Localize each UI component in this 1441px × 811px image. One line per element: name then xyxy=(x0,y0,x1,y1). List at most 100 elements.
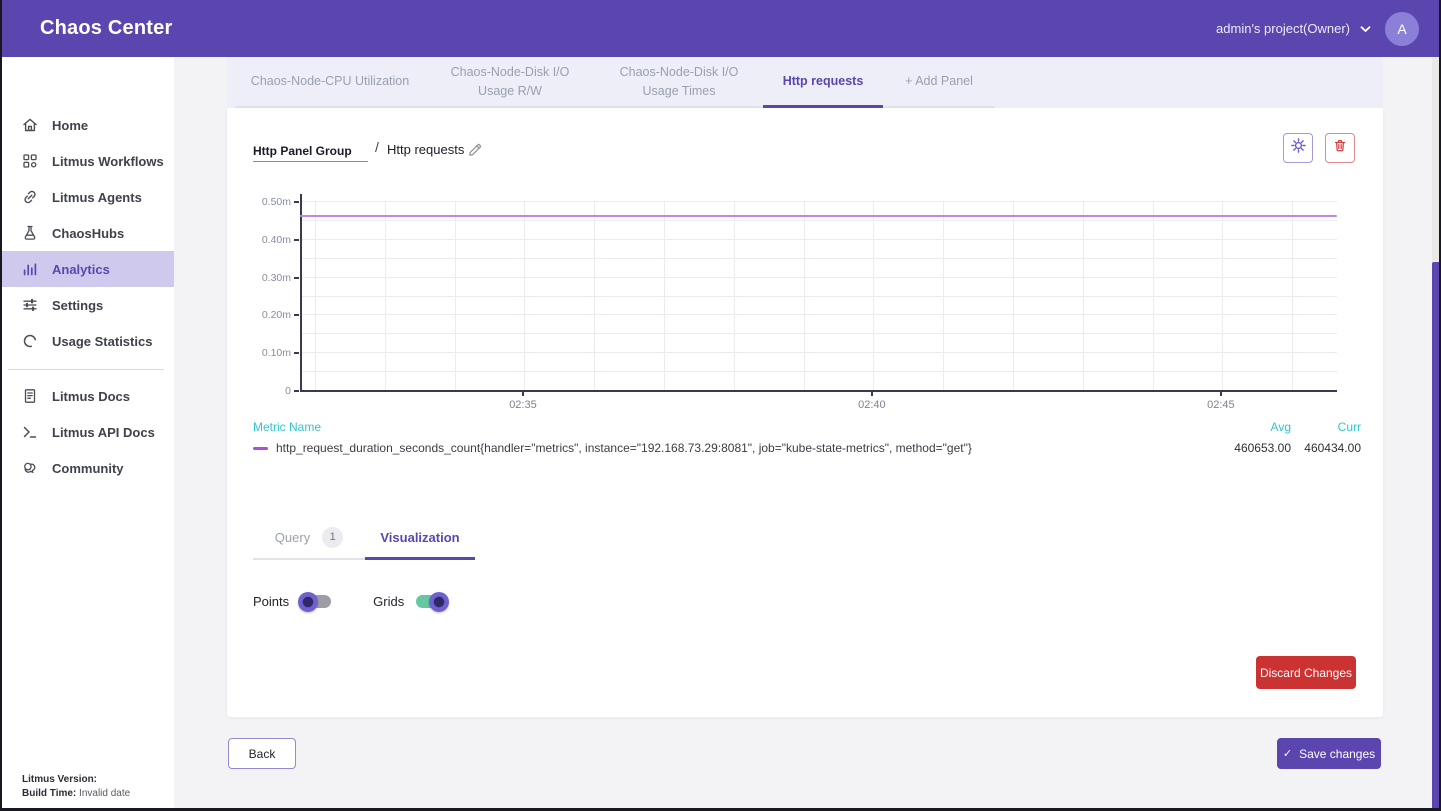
app-header: Chaos Center admin's project(Owner) A xyxy=(0,0,1441,57)
gear-icon xyxy=(1290,137,1307,159)
metric-name: http_request_duration_seconds_count{hand… xyxy=(276,441,972,455)
trash-icon xyxy=(1332,138,1348,159)
editor-sub-tabs: Query 1 Visualization xyxy=(253,514,475,560)
y-tick-mark xyxy=(294,390,299,392)
build-time-value: Invalid date xyxy=(79,788,130,799)
gridline xyxy=(873,201,874,390)
gridline xyxy=(524,201,525,390)
y-tick-mark xyxy=(294,352,299,354)
edit-panel-name-icon[interactable] xyxy=(467,142,483,158)
panel-tab-chaos-node-disk-i-o-usage-r-w[interactable]: Chaos-Node-Disk I/O Usage R/W xyxy=(425,57,595,106)
panel-tabbar: Chaos-Node-CPU UtilizationChaos-Node-Dis… xyxy=(227,57,1383,108)
panel-tab-chaos-node-cpu-utilization[interactable]: Chaos-Node-CPU Utilization xyxy=(235,57,425,106)
gridline xyxy=(734,201,735,390)
tab-query[interactable]: Query 1 xyxy=(253,514,365,560)
x-tick-label: 02:45 xyxy=(1191,399,1251,411)
gridline xyxy=(1153,201,1154,390)
workflows-icon xyxy=(21,152,39,170)
avatar[interactable]: A xyxy=(1385,12,1419,46)
x-tick-mark xyxy=(522,390,524,396)
legend-header: Metric Name Avg Curr xyxy=(253,420,1361,434)
back-button[interactable]: Back xyxy=(228,738,296,769)
gridline xyxy=(1083,201,1084,390)
gridline xyxy=(455,201,456,390)
sidebar-item-litmus-agents[interactable]: Litmus Agents xyxy=(0,179,174,215)
api-docs-icon xyxy=(21,423,39,441)
project-selector[interactable]: admin's project(Owner) xyxy=(1216,20,1371,38)
panel-tab-http-requests[interactable]: Http requests xyxy=(763,57,883,106)
tab-query-label: Query xyxy=(275,530,310,545)
chaoshubs-icon xyxy=(21,224,39,242)
sidebar-divider xyxy=(8,369,164,370)
sidebar-item-litmus-workflows[interactable]: Litmus Workflows xyxy=(0,143,174,179)
check-icon: ✓ xyxy=(1283,747,1292,760)
tab-visualization-label: Visualization xyxy=(380,530,459,545)
gridline xyxy=(804,201,805,390)
gridline xyxy=(1013,201,1014,390)
save-changes-button[interactable]: ✓ Save changes xyxy=(1277,738,1381,769)
toggle-thumb xyxy=(298,592,318,612)
sidebar-item-label: Litmus API Docs xyxy=(52,425,155,440)
x-axis-line xyxy=(300,390,1337,392)
gridline xyxy=(385,201,386,390)
sidebar-item-label: Litmus Workflows xyxy=(52,154,164,169)
home-icon xyxy=(21,116,39,134)
sidebar-item-label: Litmus Docs xyxy=(52,389,130,404)
sidebar-item-usage-statistics[interactable]: Usage Statistics xyxy=(0,323,174,359)
litmus-version-label: Litmus Version: xyxy=(22,774,97,785)
chevron-down-icon xyxy=(1360,20,1371,38)
delete-panel-button[interactable] xyxy=(1325,133,1355,163)
y-tick-label: 0.10m xyxy=(247,347,291,359)
toggle-points[interactable] xyxy=(301,595,331,608)
analytics-icon xyxy=(21,260,39,278)
community-icon xyxy=(21,459,39,477)
sidebar-item-label: Litmus Agents xyxy=(52,190,142,205)
query-count-badge: 1 xyxy=(322,527,343,548)
toggle-grids[interactable] xyxy=(416,595,446,608)
y-tick-label: 0.50m xyxy=(247,196,291,208)
panel-tab-add-panel[interactable]: + Add Panel xyxy=(883,57,995,106)
settings-icon xyxy=(21,296,39,314)
x-tick-mark xyxy=(1220,390,1222,396)
agents-icon xyxy=(21,188,39,206)
toggle-label: Grids xyxy=(373,594,404,609)
gridline xyxy=(315,201,316,390)
scrollbar-thumb[interactable] xyxy=(1432,262,1441,811)
project-name: admin's project(Owner) xyxy=(1216,21,1350,36)
panel-tab-chaos-node-disk-i-o-usage-times[interactable]: Chaos-Node-Disk I/O Usage Times xyxy=(595,57,763,106)
visualization-toggles: PointsGrids xyxy=(253,594,446,609)
sidebar-item-litmus-api-docs[interactable]: Litmus API Docs xyxy=(0,414,174,450)
save-changes-label: Save changes xyxy=(1299,747,1375,761)
sidebar-item-chaoshubs[interactable]: ChaosHubs xyxy=(0,215,174,251)
y-tick-mark xyxy=(294,239,299,241)
x-tick-label: 02:40 xyxy=(842,399,902,411)
sidebar-item-label: ChaosHubs xyxy=(52,226,124,241)
sidebar-item-label: Usage Statistics xyxy=(52,334,152,349)
sidebar-item-home[interactable]: Home xyxy=(0,107,174,143)
metrics-line-chart: 0.50m0.40m0.30m0.20m0.10m002:3502:4002:4… xyxy=(253,190,1363,422)
sidebar-item-community[interactable]: Community xyxy=(0,450,174,486)
panel-settings-button[interactable] xyxy=(1283,133,1313,163)
toggle-group-grids: Grids xyxy=(373,594,446,609)
sidebar-item-litmus-docs[interactable]: Litmus Docs xyxy=(0,378,174,414)
sidebar: Home Litmus Workflows Litmus Agents ChaosHu… xyxy=(0,57,174,811)
y-axis-line xyxy=(300,194,302,392)
scrollbar-track[interactable] xyxy=(1432,57,1441,811)
sidebar-item-settings[interactable]: Settings xyxy=(0,287,174,323)
legend-row: http_request_duration_seconds_count{hand… xyxy=(253,441,1361,455)
tab-visualization[interactable]: Visualization xyxy=(365,514,475,560)
gridline xyxy=(1292,201,1293,390)
panel-group-name-input[interactable] xyxy=(253,140,368,162)
metric-name-header: Metric Name xyxy=(253,420,321,434)
y-tick-mark xyxy=(294,277,299,279)
y-tick-label: 0.20m xyxy=(247,309,291,321)
discard-changes-button[interactable]: Discard Changes xyxy=(1256,656,1356,689)
gridline xyxy=(943,201,944,390)
avatar-letter: A xyxy=(1397,21,1406,37)
panel-tabs: Chaos-Node-CPU UtilizationChaos-Node-Dis… xyxy=(235,57,995,108)
y-tick-label: 0.40m xyxy=(247,234,291,246)
gridline xyxy=(594,201,595,390)
sidebar-item-analytics[interactable]: Analytics xyxy=(0,251,174,287)
y-tick-mark xyxy=(294,201,299,203)
metric-curr-value: 460434.00 xyxy=(1299,441,1361,455)
